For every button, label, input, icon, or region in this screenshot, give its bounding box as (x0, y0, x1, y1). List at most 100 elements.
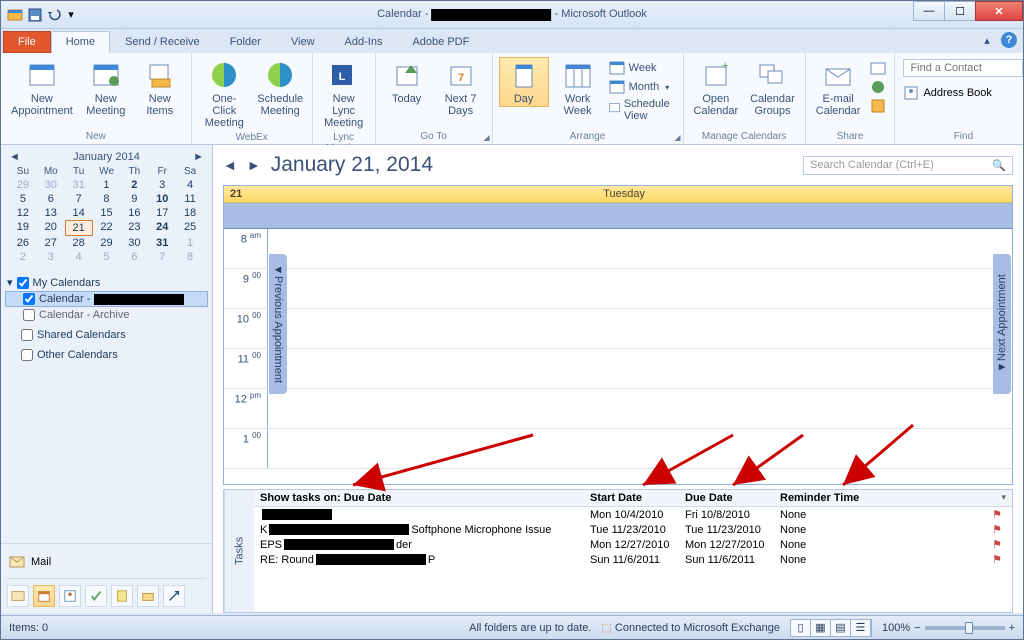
minical-day[interactable]: 21 (65, 220, 93, 236)
minical-day[interactable]: 6 (37, 192, 65, 206)
schedule-view-button[interactable]: Schedule View (607, 97, 677, 123)
minical-day[interactable]: 22 (93, 220, 121, 236)
today-button[interactable]: Today (382, 57, 432, 107)
flag-icon[interactable]: ⚑ (992, 508, 1006, 521)
close-button[interactable]: ✕ (975, 1, 1023, 21)
minical-day[interactable]: 13 (37, 206, 65, 220)
nav-notes-icon[interactable] (111, 585, 133, 607)
minical-day[interactable]: 26 (9, 236, 37, 250)
minical-day[interactable]: 2 (9, 250, 37, 264)
email-calendar-button[interactable]: E-mail Calendar (812, 57, 865, 119)
nav-folders-icon[interactable] (137, 585, 159, 607)
minical-day[interactable]: 9 (120, 192, 148, 206)
minical-day[interactable]: 18 (176, 206, 204, 220)
minical-day[interactable]: 28 (65, 236, 93, 250)
calendar-next-icon[interactable]: ► (247, 157, 261, 173)
task-row[interactable]: K Softphone Microphone IssueTue 11/23/20… (254, 522, 1012, 537)
mail-module-button[interactable]: Mail (7, 550, 206, 574)
flag-icon[interactable]: ⚑ (992, 553, 1006, 566)
work-week-button[interactable]: Work Week (553, 57, 603, 119)
tab-file[interactable]: File (3, 31, 51, 53)
minical-day[interactable]: 8 (93, 192, 121, 206)
oneclick-meeting-button[interactable]: One-Click Meeting (198, 57, 251, 131)
minical-day[interactable]: 10 (148, 192, 176, 206)
save-icon[interactable] (27, 7, 43, 23)
minical-day[interactable]: 27 (37, 236, 65, 250)
undo-icon[interactable] (47, 7, 63, 23)
next7days-button[interactable]: 7Next 7 Days (436, 57, 486, 119)
minical-day[interactable]: 14 (65, 206, 93, 220)
minical-day[interactable]: 11 (176, 192, 204, 206)
status-zoom[interactable]: 100% −+ (882, 622, 1015, 634)
minical-day[interactable]: 5 (9, 192, 37, 206)
task-row[interactable]: EPSderMon 12/27/2010Mon 12/27/2010None⚑ (254, 537, 1012, 552)
minical-day[interactable]: 17 (148, 206, 176, 220)
tab-send-receive[interactable]: Send / Receive (110, 31, 215, 53)
minical-day[interactable]: 30 (37, 178, 65, 192)
month-view-button[interactable]: Month▾ (607, 78, 677, 96)
minical-day[interactable]: 7 (65, 192, 93, 206)
minical-day[interactable]: 30 (120, 236, 148, 250)
minical-day[interactable]: 1 (176, 236, 204, 250)
tab-home[interactable]: Home (51, 31, 110, 53)
other-calendars-header[interactable]: Other Calendars (5, 347, 208, 363)
shared-calendars-header[interactable]: Shared Calendars (5, 327, 208, 343)
minical-day[interactable]: 7 (148, 250, 176, 264)
tab-adobe-pdf[interactable]: Adobe PDF (397, 31, 484, 53)
calendar-item-primary[interactable]: Calendar - (5, 291, 208, 307)
minical-day[interactable]: 25 (176, 220, 204, 236)
minical-day[interactable]: 31 (148, 236, 176, 250)
minical-day[interactable]: 23 (120, 220, 148, 236)
minical-day[interactable]: 2 (120, 178, 148, 192)
ribbon-minimize-icon[interactable]: ▴ (979, 32, 995, 48)
minical-next-icon[interactable]: ► (193, 151, 204, 163)
flag-icon[interactable]: ⚑ (992, 523, 1006, 536)
open-calendar-button[interactable]: +Open Calendar (690, 57, 743, 119)
help-icon[interactable]: ? (1001, 32, 1017, 48)
find-contact-input[interactable] (903, 59, 1023, 77)
calendar-groups-button[interactable]: Calendar Groups (746, 57, 799, 119)
previous-appointment-button[interactable]: ◄ Previous Appointment (269, 254, 287, 394)
new-meeting-button[interactable]: New Meeting (81, 57, 131, 119)
arrange-dialog-launcher-icon[interactable]: ◢ (674, 133, 680, 142)
minical-day[interactable]: 29 (9, 178, 37, 192)
schedule-meeting-button[interactable]: Schedule Meeting (255, 57, 306, 119)
nav-contacts-icon[interactable] (59, 585, 81, 607)
allday-row[interactable] (224, 203, 1012, 229)
share-calendar-button[interactable] (868, 59, 888, 77)
day-view-button[interactable]: Day (499, 57, 549, 107)
minical-day[interactable]: 24 (148, 220, 176, 236)
minical-day[interactable]: 3 (148, 178, 176, 192)
day-header[interactable]: 21 Tuesday (224, 186, 1012, 203)
flag-icon[interactable]: ⚑ (992, 538, 1006, 551)
maximize-button[interactable]: ☐ (944, 1, 976, 21)
my-calendars-header[interactable]: ▾My Calendars (5, 274, 208, 291)
calendar-permissions-button[interactable] (868, 97, 888, 115)
minical-day[interactable]: 29 (93, 236, 121, 250)
minical-day[interactable]: 6 (120, 250, 148, 264)
minical-grid[interactable]: SuMoTuWeThFrSa29303112345678910111213141… (9, 165, 204, 264)
minical-day[interactable]: 12 (9, 206, 37, 220)
qat-dropdown-icon[interactable]: ▾ (67, 7, 75, 23)
task-row[interactable]: RE: Round PSun 11/6/2011Sun 11/6/2011Non… (254, 552, 1012, 567)
tasks-header-row[interactable]: Show tasks on: Due Date Start Date Due D… (254, 490, 1012, 507)
nav-shortcuts-icon[interactable] (163, 585, 185, 607)
nav-calendar-icon[interactable] (33, 585, 55, 607)
search-calendar-input[interactable]: Search Calendar (Ctrl+E) 🔍 (803, 156, 1013, 175)
calendar-item-archive[interactable]: Calendar - Archive (5, 307, 208, 323)
time-grid[interactable]: 8 am9 0010 0011 0012 pm1 00 (224, 229, 1012, 484)
tasks-col-start[interactable]: Start Date (590, 492, 685, 504)
minical-day[interactable]: 15 (93, 206, 121, 220)
new-items-button[interactable]: New Items (135, 57, 185, 119)
minical-day[interactable]: 4 (176, 178, 204, 192)
week-view-button[interactable]: Week (607, 59, 677, 77)
minical-day[interactable]: 1 (93, 178, 121, 192)
nav-tasks-icon[interactable] (85, 585, 107, 607)
task-row[interactable]: Mon 10/4/2010Fri 10/8/2010None⚑ (254, 507, 1012, 522)
tasks-options-icon[interactable]: ▾ (1001, 492, 1006, 504)
minical-day[interactable]: 16 (120, 206, 148, 220)
minical-day[interactable]: 5 (93, 250, 121, 264)
zoom-slider[interactable] (925, 626, 1005, 630)
address-book-button[interactable]: Address Book (901, 83, 993, 103)
new-appointment-button[interactable]: New Appointment (7, 57, 77, 119)
